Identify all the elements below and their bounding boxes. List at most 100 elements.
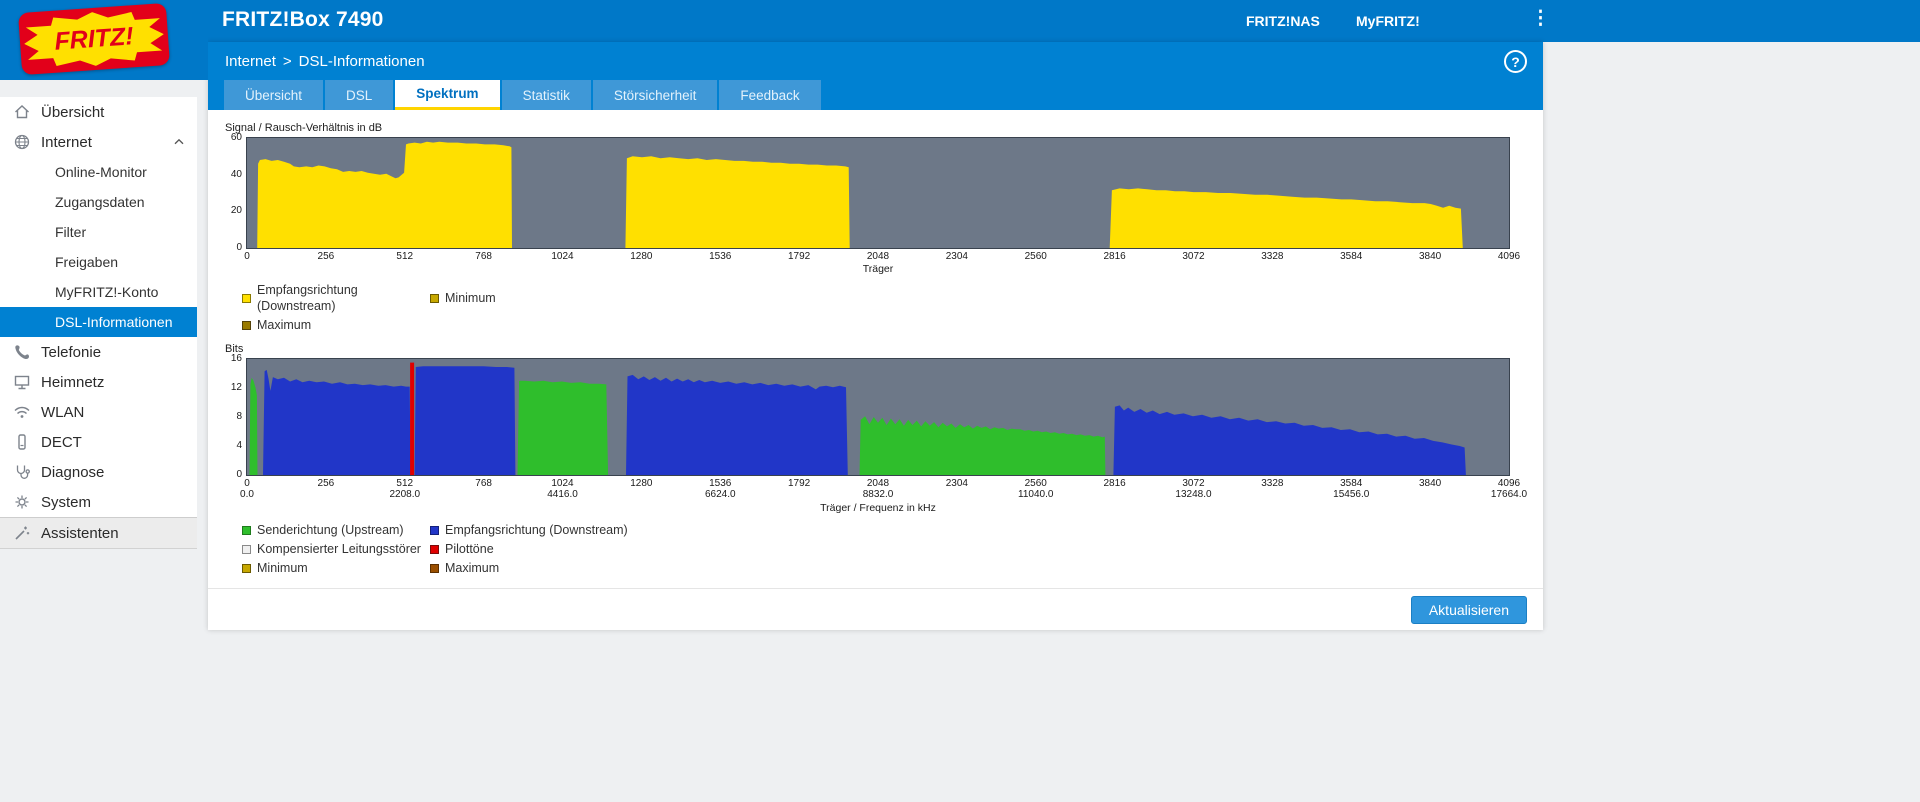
legend-label: Pilottöne [445, 541, 494, 557]
x-tick-label: 3328 [1242, 251, 1302, 262]
legend-label: Empfangsrichtung (Downstream) [445, 522, 628, 538]
legend-item: Kompensierter Leitungsstörer [242, 541, 430, 557]
x-tick-freq-label: 6624.0 [690, 489, 750, 500]
legend-swatch [430, 545, 439, 554]
breadcrumb: Internet > DSL-Informationen [208, 42, 1543, 80]
globe-icon [13, 133, 31, 151]
breadcrumb-dsl-informationen: DSL-Informationen [299, 53, 425, 70]
sidebar-item-label: DECT [41, 434, 82, 451]
tab-uebersicht[interactable]: Übersicht [224, 80, 323, 110]
system-icon [13, 493, 31, 511]
tab-feedback[interactable]: Feedback [719, 80, 820, 110]
y-tick-label: 20 [219, 205, 242, 216]
x-tick-label: 1280 [611, 478, 671, 489]
sidebar-item-online-monitor[interactable]: Online-Monitor [0, 157, 197, 187]
x-tick-label: 1792 [769, 478, 829, 489]
kebab-menu-icon[interactable]: ⋮ [1531, 7, 1550, 30]
network-icon [13, 373, 31, 391]
sidebar-item-label: System [41, 494, 91, 511]
sidebar-item-freigaben[interactable]: Freigaben [0, 247, 197, 277]
tab-spektrum[interactable]: Spektrum [395, 80, 499, 110]
fritznas-link[interactable]: FRITZ!NAS [1246, 13, 1320, 29]
home-icon [13, 103, 31, 121]
x-tick-freq-label: 4416.0 [533, 489, 593, 500]
x-tick-label: 0 [217, 251, 277, 262]
legend-label: Maximum [445, 560, 499, 576]
x-tick-label: 2560 [1006, 478, 1066, 489]
x-tick-label: 3072 [1164, 478, 1224, 489]
x-axis-label: Träger [246, 263, 1510, 275]
sidebar-item-wlan[interactable]: WLAN [0, 397, 197, 427]
bits-chart: 048121600.02565122208.076810244416.01280… [246, 358, 1510, 516]
sidebar-item-internet[interactable]: Internet [0, 127, 197, 157]
pilot-tone-marker [410, 363, 414, 475]
sidebar-item-dect[interactable]: DECT [0, 427, 197, 457]
logo-area: FRITZ! [0, 0, 208, 80]
x-axis-label: Träger / Frequenz in kHz [246, 502, 1510, 514]
sidebar-item-zugangsdaten[interactable]: Zugangsdaten [0, 187, 197, 217]
x-tick-label: 2560 [1006, 251, 1066, 262]
series-area [625, 156, 849, 248]
x-tick-freq-label: 17664.0 [1479, 489, 1539, 500]
sidebar-item-telefonie[interactable]: Telefonie [0, 337, 197, 367]
snr-chart-title: Signal / Rausch-Verhältnis in dB [225, 122, 1527, 134]
sidebar-item-dsl-informationen[interactable]: DSL-Informationen [0, 307, 197, 337]
y-tick-label: 4 [219, 440, 242, 451]
series-area [518, 381, 609, 475]
legend-swatch [242, 545, 251, 554]
diagnose-icon [13, 463, 31, 481]
legend-label: Minimum [257, 560, 308, 576]
sidebar-item-label: Internet [41, 134, 92, 151]
legend-item: Maximum [430, 560, 1527, 576]
x-tick-label: 2816 [1085, 251, 1145, 262]
x-tick-label: 1024 [533, 251, 593, 262]
breadcrumb-internet[interactable]: Internet [225, 53, 276, 70]
bits-chart-legend: Senderichtung (Upstream)Empfangsrichtung… [242, 522, 1527, 576]
legend-label: Kompensierter Leitungsstörer [257, 541, 421, 557]
sidebar-item-system[interactable]: System [0, 487, 197, 517]
sidebar-item-label: Telefonie [41, 344, 101, 361]
snr-chart-legend: Empfangsrichtung (Downstream)MinimumMaxi… [242, 282, 1527, 333]
x-tick-label: 3584 [1321, 251, 1381, 262]
legend-item: Minimum [242, 560, 430, 576]
x-tick-label: 0 [217, 478, 277, 489]
series-area [415, 366, 516, 475]
sidebar-item-filter[interactable]: Filter [0, 217, 197, 247]
x-tick-freq-label: 0.0 [217, 489, 277, 500]
wizard-icon [13, 524, 31, 542]
app-header: FRITZ!Box 7490 FRITZ!NAS MyFRITZ! ⋮ [0, 0, 1920, 42]
x-tick-label: 3328 [1242, 478, 1302, 489]
y-tick-label: 8 [219, 411, 242, 422]
x-tick-label: 1280 [611, 251, 671, 262]
sidebar-item-label: Diagnose [41, 464, 104, 481]
tab-statistik[interactable]: Statistik [502, 80, 591, 110]
sidebar-item-heimnetz[interactable]: Heimnetz [0, 367, 197, 397]
x-tick-label: 1024 [533, 478, 593, 489]
y-tick-label: 16 [219, 353, 242, 364]
tab-stoersicherheit[interactable]: Störsicherheit [593, 80, 718, 110]
legend-item: Pilottöne [430, 541, 1527, 557]
x-tick-label: 3072 [1164, 251, 1224, 262]
tab-dsl[interactable]: DSL [325, 80, 393, 110]
x-tick-label: 1536 [690, 478, 750, 489]
fritz-logo-icon[interactable]: FRITZ! [18, 3, 170, 75]
legend-swatch [242, 526, 251, 535]
legend-swatch [242, 564, 251, 573]
x-tick-freq-label: 11040.0 [1006, 489, 1066, 500]
x-tick-label: 2304 [927, 478, 987, 489]
myfritz-link[interactable]: MyFRITZ! [1356, 13, 1420, 29]
y-tick-label: 12 [219, 382, 242, 393]
sidebar-item-diagnose[interactable]: Diagnose [0, 457, 197, 487]
x-tick-freq-label: 2208.0 [375, 489, 435, 500]
help-icon[interactable]: ? [1504, 50, 1527, 73]
breadcrumb-separator: > [283, 53, 292, 70]
sidebar-item-label: Heimnetz [41, 374, 104, 391]
phone-icon [13, 343, 31, 361]
x-tick-label: 512 [375, 251, 435, 262]
sidebar-item-uebersicht[interactable]: Übersicht [0, 97, 197, 127]
y-tick-label: 60 [219, 132, 242, 143]
sidebar-item-assistenten[interactable]: Assistenten [0, 517, 197, 548]
card-footer: Aktualisieren [208, 588, 1543, 630]
sidebar-item-myfritz-konto[interactable]: MyFRITZ!-Konto [0, 277, 197, 307]
refresh-button[interactable]: Aktualisieren [1411, 596, 1527, 624]
